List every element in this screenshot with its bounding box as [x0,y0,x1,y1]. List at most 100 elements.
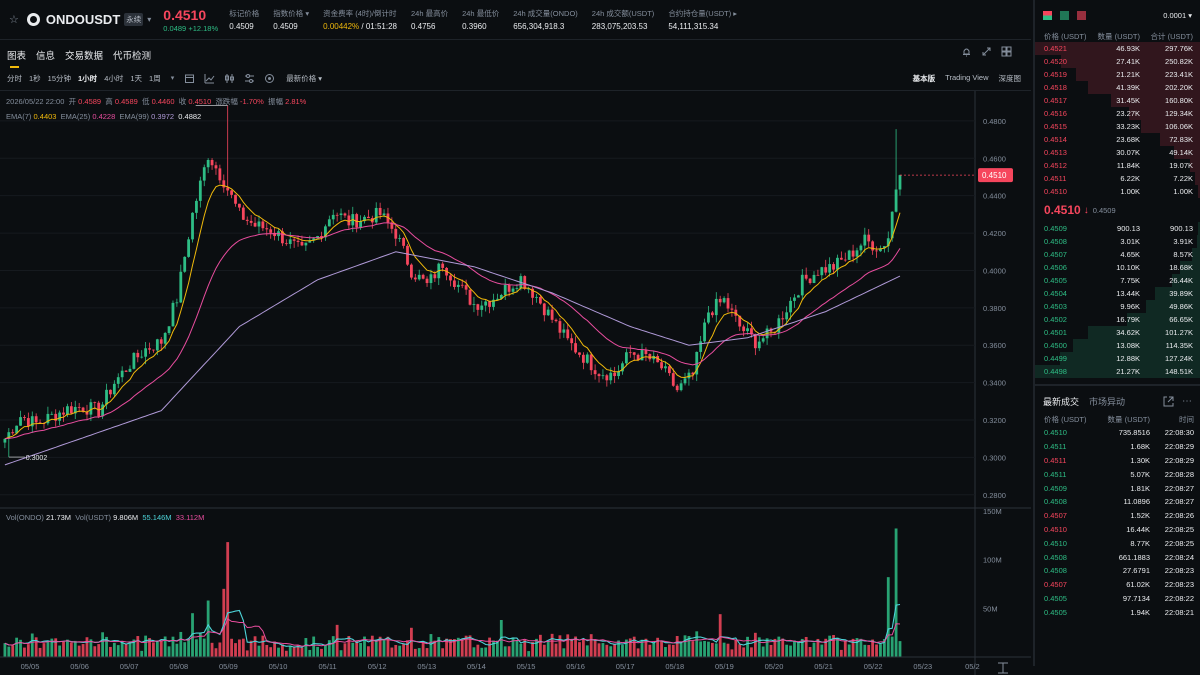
ob-row[interactable]: 0.4521 46.93K 297.76K [1035,42,1200,55]
x-tick-label: 05/13 [417,662,436,671]
volume-bar [820,644,824,657]
candle [722,296,726,304]
volume-bar [765,638,769,657]
tab-3[interactable]: 代币检测 [113,48,151,62]
view-2[interactable]: 深度图 [999,73,1022,84]
view-0[interactable]: 基本版 [913,73,936,84]
candle [26,412,30,430]
ema99-line [4,251,901,466]
x-tick-label: 05/17 [616,662,635,671]
volume-bar [879,644,882,657]
ob-total: 7.22K [1173,174,1193,183]
volume-bar [793,640,796,657]
tab-market-moves[interactable]: 市场异动 [1089,395,1125,408]
indicator-icon[interactable] [204,73,215,84]
interval-5[interactable]: 1天 [130,73,142,84]
tab-1[interactable]: 信息 [36,48,55,62]
ob-qty: 21.27K [1116,367,1140,376]
trade-time: 22:08:27 [1164,483,1194,493]
candle [605,373,609,387]
candle [687,369,691,386]
view-1[interactable]: Trading View [945,73,988,84]
ob-row[interactable]: 0.4508 3.01K 3.91K [1035,235,1200,248]
ob-row[interactable]: 0.4515 33.23K 106.06K [1035,120,1200,133]
popout-icon[interactable] [1163,396,1174,407]
tab-2[interactable]: 交易数据 [65,48,103,62]
settings-sliders-icon[interactable] [244,73,255,84]
precision-select[interactable]: 0.0001 ▾ [1163,11,1192,20]
ob-row[interactable]: 0.4503 9.96K 49.86K [1035,300,1200,313]
ob-row[interactable]: 0.4504 13.44K 39.89K [1035,287,1200,300]
volume-bar [159,640,163,657]
ob-row[interactable]: 0.4499 12.88K 127.24K [1035,352,1200,365]
calendar-icon[interactable] [184,73,195,84]
ob-row[interactable]: 0.4519 21.21K 223.41K [1035,68,1200,81]
candlestick-chart[interactable]: 0.4800 0.4600 0.4400 0.4200 0.4000 0.3800 0.36… [0,91,1031,675]
ob-row[interactable]: 0.4498 21.27K 148.51K [1035,365,1200,378]
expand-icon[interactable] [981,46,992,57]
symbol-name[interactable]: ONDOUSDT [46,12,120,27]
tab-latest-trades[interactable]: 最新成交 [1043,395,1079,408]
ob-price: 0.4508 [1044,237,1067,246]
symbol-dropdown-icon[interactable]: ▾ [147,15,151,24]
bell-icon[interactable] [961,46,972,57]
volume-bar [886,577,890,657]
ob-total: 223.41K [1165,70,1193,79]
ob-row[interactable]: 0.4507 4.65K 8.57K [1035,248,1200,261]
candle [781,311,785,326]
ob-row[interactable]: 0.4501 34.62K 101.27K [1035,326,1200,339]
ob-row[interactable]: 0.4517 31.45K 160.80K [1035,94,1200,107]
book-bids-icon[interactable] [1060,10,1069,20]
candle [363,214,366,224]
change-abs: 0.0489 [163,23,187,33]
ob-row[interactable]: 0.4516 23.27K 129.34K [1035,107,1200,120]
volume-bar [26,644,30,657]
ob-row[interactable]: 0.4510 1.00K 1.00K [1035,185,1200,198]
tab-0[interactable]: 图表 [7,48,26,68]
stat-label: 标记价格 [229,9,260,18]
ob-row[interactable]: 0.4512 11.84K 19.07K [1035,159,1200,172]
favorite-star-icon[interactable]: ☆ [9,13,19,26]
ob-total: 26.44K [1169,276,1193,285]
trade-row: 0.4511 5.07K 22:08:28 [1035,467,1200,481]
ob-row[interactable]: 0.4500 13.08K 114.35K [1035,339,1200,352]
book-asks-icon[interactable] [1077,10,1086,20]
candle [7,428,11,458]
interval-4[interactable]: 4小时 [104,73,123,84]
ob-row[interactable]: 0.4513 30.07K 49.14K [1035,146,1200,159]
axis-settings-icon[interactable] [998,662,1008,674]
candle-type-icon[interactable] [224,73,235,84]
more-intervals-icon[interactable]: ▾ [171,74,175,82]
target-icon[interactable] [264,73,275,84]
ob-row[interactable]: 0.4509 900.13 900.13 [1035,222,1200,235]
more-dots-icon[interactable]: ⋯ [1182,396,1192,407]
interval-2[interactable]: 15分钟 [48,73,71,84]
trade-row: 0.4511 1.68K 22:08:29 [1035,440,1200,454]
candle [152,349,155,353]
interval-6[interactable]: 1周 [149,73,161,84]
interval-3[interactable]: 1小时 [78,73,97,84]
interval-1[interactable]: 1秒 [29,73,41,84]
ob-row[interactable]: 0.4511 6.22K 7.22K [1035,172,1200,185]
candle [331,209,335,225]
candle [535,293,538,303]
candle [679,380,683,392]
book-both-icon[interactable] [1043,10,1052,20]
ob-row[interactable]: 0.4518 41.39K 202.20K [1035,81,1200,94]
volume-bar [460,639,464,657]
interval-0[interactable]: 分时 [7,73,22,84]
layout-grid-icon[interactable] [1001,46,1012,57]
ob-row[interactable]: 0.4502 16.79K 66.65K [1035,313,1200,326]
price-type-select[interactable]: 最新价格 ▾ [286,73,322,84]
ob-qty: 27.41K [1116,57,1140,66]
mid-price-row[interactable]: 0.4510 ↓ 0.4509 [1035,198,1200,222]
candle [324,224,327,241]
volume-bar [175,643,179,657]
ob-row[interactable]: 0.4514 23.68K 72.83K [1035,133,1200,146]
ob-total: 49.86K [1169,302,1193,311]
ob-row[interactable]: 0.4505 7.75K 26.44K [1035,274,1200,287]
ob-row[interactable]: 0.4506 10.10K 18.68K [1035,261,1200,274]
trade-price: 0.4505 [1044,593,1067,603]
ob-total: 202.20K [1165,83,1193,92]
ob-row[interactable]: 0.4520 27.41K 250.82K [1035,55,1200,68]
